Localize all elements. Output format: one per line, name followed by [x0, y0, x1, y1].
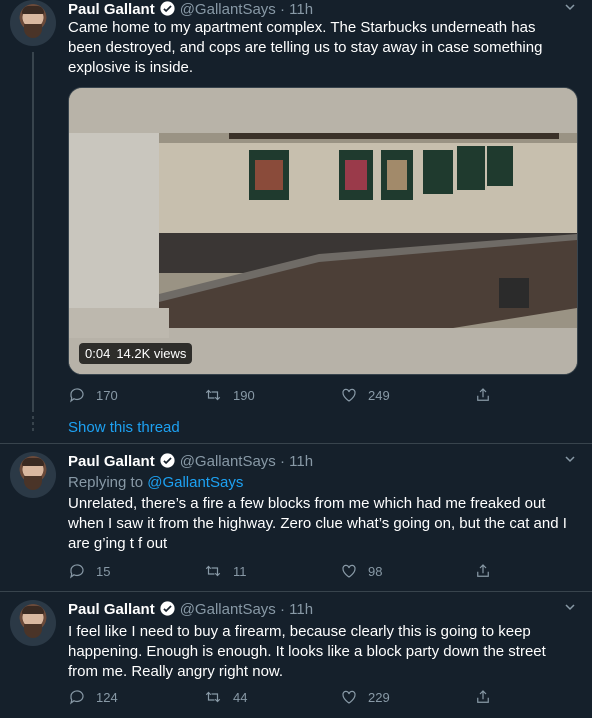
chevron-down-icon[interactable] — [564, 0, 576, 16]
tweet-actions: 124 44 229 — [68, 688, 508, 708]
tweet-2[interactable]: Paul Gallant @GallantSays · 11h Replying … — [0, 452, 592, 590]
replying-to: Replying to @GallantSays — [68, 474, 243, 492]
reply-count: 170 — [96, 387, 118, 403]
share-button[interactable] — [474, 386, 492, 404]
author-handle-time[interactable]: @GallantSays · 11h — [180, 601, 313, 618]
divider — [0, 443, 592, 444]
share-icon — [474, 386, 492, 404]
thread-connector — [32, 52, 34, 412]
author-handle-time[interactable]: @GallantSays · 11h — [180, 453, 313, 470]
reply-count: 15 — [96, 563, 111, 579]
show-thread-link[interactable]: Show this thread — [68, 419, 180, 436]
tweet-header: Paul Gallant @GallantSays · 11h — [68, 452, 313, 474]
avatar[interactable] — [10, 600, 56, 646]
avatar[interactable] — [10, 0, 56, 46]
author-handle-time[interactable]: @GallantSays · 11h — [180, 1, 313, 18]
like-button[interactable]: 98 — [340, 562, 382, 580]
like-button[interactable]: 249 — [340, 386, 390, 404]
retweet-icon — [203, 688, 223, 706]
replying-prefix: Replying to — [68, 474, 144, 491]
retweet-count: 44 — [233, 689, 248, 705]
like-button[interactable]: 229 — [340, 688, 390, 706]
avatar[interactable] — [10, 452, 56, 498]
reply-icon — [68, 386, 86, 404]
tweet-text: Unrelated, there’s a fire a few blocks f… — [68, 495, 567, 552]
reply-button[interactable]: 15 — [68, 562, 110, 580]
like-icon — [340, 688, 358, 706]
verified-icon — [159, 600, 176, 622]
tweet-video[interactable]: 0:04 14.2K views — [68, 87, 578, 375]
video-badge: 0:04 14.2K views — [79, 343, 193, 364]
chevron-down-icon[interactable] — [564, 452, 576, 468]
retweet-count: 190 — [233, 387, 255, 403]
reply-count: 124 — [96, 689, 118, 705]
reply-icon — [68, 562, 86, 580]
retweet-count: 11 — [233, 563, 247, 579]
video-frame — [69, 88, 577, 374]
verified-icon — [159, 452, 176, 474]
reply-button[interactable]: 124 — [68, 688, 118, 706]
reply-icon — [68, 688, 86, 706]
video-views: 14.2K views — [116, 346, 187, 361]
tweet-text: Came home to my apartment complex. The S… — [68, 19, 543, 76]
like-count: 249 — [368, 387, 390, 403]
like-icon — [340, 562, 358, 580]
replying-handle-link[interactable]: @GallantSays — [147, 474, 243, 491]
author-name[interactable]: Paul Gallant — [68, 1, 155, 18]
tweet-actions: 170 190 249 — [68, 386, 508, 406]
chevron-down-icon[interactable] — [564, 600, 576, 616]
video-duration: 0:04 — [85, 346, 111, 361]
like-count: 229 — [368, 689, 390, 705]
retweet-icon — [203, 386, 223, 404]
tweet-1[interactable]: Paul Gallant @GallantSays · 11h Came home… — [0, 0, 592, 412]
like-icon — [340, 386, 358, 404]
tweet-3[interactable]: Paul Gallant @GallantSays · 11h I feel li… — [0, 600, 592, 718]
retweet-button[interactable]: 11 — [203, 562, 247, 580]
divider — [0, 591, 592, 592]
author-name[interactable]: Paul Gallant — [68, 601, 155, 618]
share-icon — [474, 688, 492, 706]
author-name[interactable]: Paul Gallant — [68, 453, 155, 470]
thread-dots — [32, 416, 34, 434]
reply-button[interactable]: 170 — [68, 386, 118, 404]
share-icon — [474, 562, 492, 580]
tweet-actions: 15 11 98 — [68, 562, 508, 582]
tweet-text: I feel like I need to buy a firearm, bec… — [68, 623, 546, 680]
tweet-header: Paul Gallant @GallantSays · 11h — [68, 600, 313, 622]
share-button[interactable] — [474, 562, 492, 580]
retweet-icon — [203, 562, 223, 580]
share-button[interactable] — [474, 688, 492, 706]
retweet-button[interactable]: 190 — [203, 386, 255, 404]
like-count: 98 — [368, 563, 383, 579]
retweet-button[interactable]: 44 — [203, 688, 247, 706]
